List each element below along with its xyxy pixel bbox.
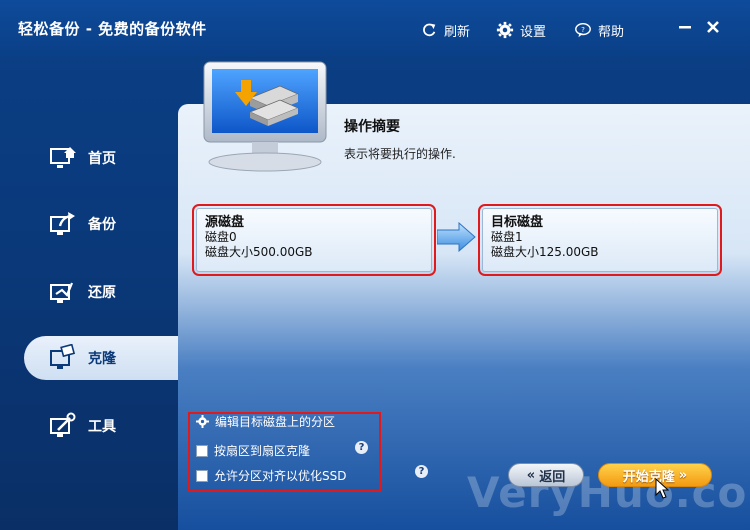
target-disk-heading: 目标磁盘 — [491, 215, 544, 230]
settings-button[interactable]: 设置 — [496, 20, 546, 40]
minimize-icon — [679, 26, 691, 29]
sidebar-item-backup[interactable]: 备份 — [24, 202, 178, 246]
double-chevron-right-icon: » — [678, 467, 688, 483]
sidebar-item-label: 备份 — [88, 217, 116, 233]
sidebar-item-label: 首页 — [88, 151, 116, 167]
sidebar-item-label: 工具 — [88, 419, 116, 435]
back-button[interactable]: « 返回 — [508, 463, 584, 487]
help-icon[interactable]: ? — [355, 441, 368, 454]
gear-icon — [496, 21, 514, 39]
source-disk-name: 磁盘0 — [205, 230, 237, 244]
summary-title: 操作摘要 — [344, 119, 400, 135]
settings-label: 设置 — [520, 24, 547, 40]
align-ssd-label: 允许分区对齐以优化SSD — [214, 469, 347, 483]
align-ssd-option[interactable]: 允许分区对齐以优化SSD — [196, 467, 346, 484]
help-button[interactable]: ? 帮助 — [574, 20, 624, 40]
sector-clone-option[interactable]: 按扇区到扇区克隆 — [196, 442, 310, 459]
clone-icon — [50, 344, 76, 369]
sidebar-item-label: 克隆 — [88, 351, 116, 367]
minimize-button[interactable] — [674, 16, 696, 38]
target-disk-size: 磁盘大小125.00GB — [491, 245, 599, 259]
align-ssd-checkbox[interactable] — [196, 469, 208, 482]
double-chevron-left-icon: « — [526, 467, 536, 483]
sidebar-item-clone[interactable]: 克隆 — [24, 336, 178, 380]
backup-icon — [50, 212, 75, 235]
close-icon — [707, 21, 719, 33]
refresh-icon — [423, 23, 436, 37]
refresh-button[interactable]: 刷新 — [420, 20, 470, 40]
help-icon[interactable]: ? — [415, 465, 428, 478]
edit-partitions-label: 编辑目标磁盘上的分区 — [215, 415, 336, 429]
restore-icon — [50, 282, 74, 303]
sector-clone-label: 按扇区到扇区克隆 — [214, 444, 311, 458]
target-disk-name: 磁盘1 — [491, 230, 523, 244]
close-button[interactable] — [702, 16, 724, 38]
svg-text:?: ? — [581, 25, 585, 34]
mouse-pointer-icon — [655, 478, 669, 499]
summary-description: 表示将要执行的操作. — [344, 147, 456, 161]
refresh-label: 刷新 — [444, 24, 471, 40]
sidebar-item-tools[interactable]: 工具 — [24, 404, 178, 448]
monitor-disk-icon — [203, 61, 327, 172]
target-disk-box: 目标磁盘 磁盘1 磁盘大小125.00GB — [478, 204, 722, 276]
home-icon — [50, 147, 76, 168]
sidebar-item-restore[interactable]: 还原 — [24, 270, 178, 314]
app-title: 轻松备份 - 免费的备份软件 — [18, 20, 207, 38]
tools-icon — [50, 412, 76, 437]
title-bar: 轻松备份 - 免费的备份软件 刷新 设置 ? 帮助 — [0, 0, 750, 58]
sidebar-item-home[interactable]: 首页 — [24, 136, 178, 180]
sector-clone-checkbox[interactable] — [196, 444, 208, 457]
edit-partitions-link[interactable]: 编辑目标磁盘上的分区 — [196, 413, 335, 430]
back-button-label: 返回 — [539, 469, 566, 485]
help-label: 帮助 — [598, 24, 625, 40]
source-disk-heading: 源磁盘 — [205, 215, 245, 230]
sidebar-item-label: 还原 — [88, 285, 116, 301]
speech-bubble-icon: ? — [575, 22, 591, 38]
source-disk-size: 磁盘大小500.00GB — [205, 245, 313, 259]
arrow-right-icon — [437, 222, 476, 252]
source-disk-box: 源磁盘 磁盘0 磁盘大小500.00GB — [192, 204, 436, 276]
gear-icon — [196, 415, 209, 428]
